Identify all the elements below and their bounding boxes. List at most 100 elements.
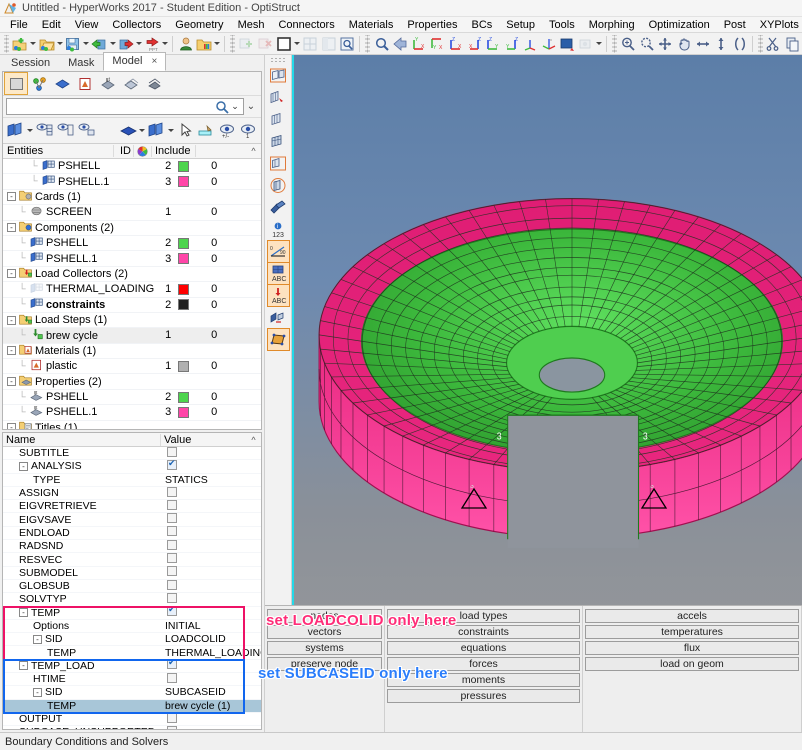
tree-expander[interactable]: - xyxy=(7,192,16,202)
menu-post[interactable]: Post xyxy=(717,17,753,33)
tree-row-color[interactable] xyxy=(174,176,192,188)
tree-expander[interactable]: - xyxy=(7,269,16,279)
tree-row-color[interactable] xyxy=(174,360,192,372)
isolate-only-icon[interactable]: 1 xyxy=(238,120,259,141)
menu-setup[interactable]: Setup xyxy=(499,17,542,33)
color-folder-icon[interactable] xyxy=(195,34,214,53)
tree-row-load-collectors-2[interactable]: - Load Collectors (2) xyxy=(3,267,261,283)
property-row-endload[interactable]: ENDLOAD xyxy=(3,526,261,541)
tree-row-color[interactable] xyxy=(174,283,192,295)
show-element-handles-icon[interactable] xyxy=(55,120,76,141)
property-row-temp-load[interactable]: - TEMP_LOAD xyxy=(3,659,261,674)
property-row-value[interactable]: INITIAL xyxy=(161,620,261,632)
column-header-name[interactable]: Name xyxy=(3,433,161,446)
page-window-icon[interactable] xyxy=(268,65,289,86)
menu-edit[interactable]: Edit xyxy=(35,17,68,33)
menu-morphing[interactable]: Morphing xyxy=(582,17,642,33)
menu-file[interactable]: File xyxy=(3,17,35,33)
view-iso-icon[interactable] xyxy=(521,34,540,53)
save-model-dropdown[interactable] xyxy=(82,34,90,53)
property-row-value[interactable] xyxy=(161,672,261,686)
tree-row-color[interactable] xyxy=(174,406,192,418)
tree-header-scroll-up[interactable]: ^ xyxy=(246,146,261,156)
property-checkbox[interactable] xyxy=(167,725,177,729)
vtoolbar-grip[interactable] xyxy=(270,57,286,63)
isolate-icon[interactable]: +/- xyxy=(217,120,238,141)
view-yz-icon[interactable]: Z Y xyxy=(502,34,521,53)
open-model-dropdown[interactable] xyxy=(56,34,64,53)
property-checkbox[interactable] xyxy=(167,659,177,670)
panel-button-flux[interactable]: flux xyxy=(585,641,799,655)
property-expander[interactable]: - xyxy=(33,634,42,644)
property-row-value[interactable] xyxy=(161,526,261,539)
property-row-analysis[interactable]: - ANALYSIS xyxy=(3,459,261,474)
search-box[interactable]: ⌄ xyxy=(6,98,244,115)
property-checkbox[interactable] xyxy=(167,592,177,603)
tab-mask[interactable]: Mask xyxy=(59,54,103,71)
property-row-value[interactable]: LOADCOLID xyxy=(161,633,261,645)
property-row-assign[interactable]: ASSIGN xyxy=(3,486,261,501)
component-view-icon[interactable] xyxy=(51,73,73,94)
menu-optimization[interactable]: Optimization xyxy=(642,17,717,33)
new-model-dropdown[interactable] xyxy=(29,34,37,53)
property-row-value[interactable] xyxy=(161,606,261,619)
property-row-value[interactable]: STATICS xyxy=(161,474,261,486)
view-xz-icon[interactable]: Z X xyxy=(465,34,484,53)
show-mesh-lines-icon[interactable] xyxy=(34,120,55,141)
property-scroll-up[interactable]: ^ xyxy=(246,435,261,445)
property-checkbox[interactable] xyxy=(167,526,177,537)
pointer-select-icon[interactable] xyxy=(175,120,196,141)
property-row-htime[interactable]: HTIME xyxy=(3,672,261,687)
export-ppt-icon[interactable]: PPT xyxy=(143,34,162,53)
tab-session[interactable]: Session xyxy=(2,54,59,71)
property-expander[interactable]: - xyxy=(19,608,28,618)
shaded-display-dropdown[interactable] xyxy=(139,121,147,140)
new-model-icon[interactable] xyxy=(11,34,30,53)
free-edges-icon[interactable] xyxy=(266,328,290,351)
search-icon[interactable] xyxy=(215,100,229,114)
measure-angle-icon[interactable]: 0 90 xyxy=(266,240,290,263)
zoom-window-icon[interactable] xyxy=(638,34,657,53)
tree-row-color[interactable] xyxy=(174,391,192,403)
copy-icon[interactable] xyxy=(783,34,802,53)
save-model-icon[interactable] xyxy=(64,34,83,53)
tree-row-plastic[interactable]: └ plastic 1 0 xyxy=(3,359,261,375)
tree-row-brew-cycle[interactable]: └ brew cycle 1 0 xyxy=(3,328,261,344)
mesh-display-dropdown[interactable] xyxy=(167,121,175,140)
property-checkbox[interactable] xyxy=(167,499,177,510)
mesh-panel-icon[interactable] xyxy=(268,131,289,152)
tree-expander[interactable]: - xyxy=(7,377,16,387)
property-checkbox[interactable] xyxy=(167,513,177,524)
property-row-value[interactable] xyxy=(161,513,261,526)
close-icon[interactable]: × xyxy=(151,56,157,67)
property-row-eigvsave[interactable]: EIGVSAVE xyxy=(3,513,261,527)
tree-row-pshell-1[interactable]: └ t PSHELL.1 3 0 xyxy=(3,405,261,421)
toolbar-grip-5[interactable] xyxy=(758,34,763,53)
panel-button-temperatures[interactable]: temperatures xyxy=(585,625,799,639)
menu-tools[interactable]: Tools xyxy=(542,17,582,33)
property-row-value[interactable] xyxy=(161,459,261,473)
sync-layout-icon[interactable] xyxy=(319,34,338,53)
export-dropdown[interactable] xyxy=(135,34,143,53)
show-geometry-dropdown[interactable] xyxy=(26,121,34,140)
tree-expander[interactable]: - xyxy=(7,315,16,325)
menu-materials[interactable]: Materials xyxy=(342,17,401,33)
property-row-temp[interactable]: TEMP THERMAL_LOADING (1) xyxy=(3,646,261,660)
capture-video-dropdown[interactable] xyxy=(595,34,603,53)
pan-icon[interactable] xyxy=(675,34,694,53)
property-row-value[interactable] xyxy=(161,499,261,513)
column-header-value[interactable]: Value xyxy=(161,434,246,446)
panel-button-equations[interactable]: equations xyxy=(387,641,580,655)
menu-bcs[interactable]: BCs xyxy=(465,17,500,33)
model-view-icon[interactable] xyxy=(4,72,28,95)
column-header-entities[interactable]: Entities xyxy=(3,145,114,157)
property-expander[interactable]: - xyxy=(33,687,42,697)
property-checkbox[interactable] xyxy=(167,606,177,617)
property-row-sid[interactable]: - SID LOADCOLID xyxy=(3,633,261,647)
menu-collectors[interactable]: Collectors xyxy=(105,17,168,33)
toolbar-grip-4[interactable] xyxy=(612,34,617,53)
tree-row-screen[interactable]: └ SCREEN 1 0 xyxy=(3,205,261,221)
view-yx-icon[interactable]: Y X xyxy=(428,34,447,53)
toolbar-grip-2[interactable] xyxy=(230,34,236,53)
tree-row-color[interactable] xyxy=(174,160,192,172)
